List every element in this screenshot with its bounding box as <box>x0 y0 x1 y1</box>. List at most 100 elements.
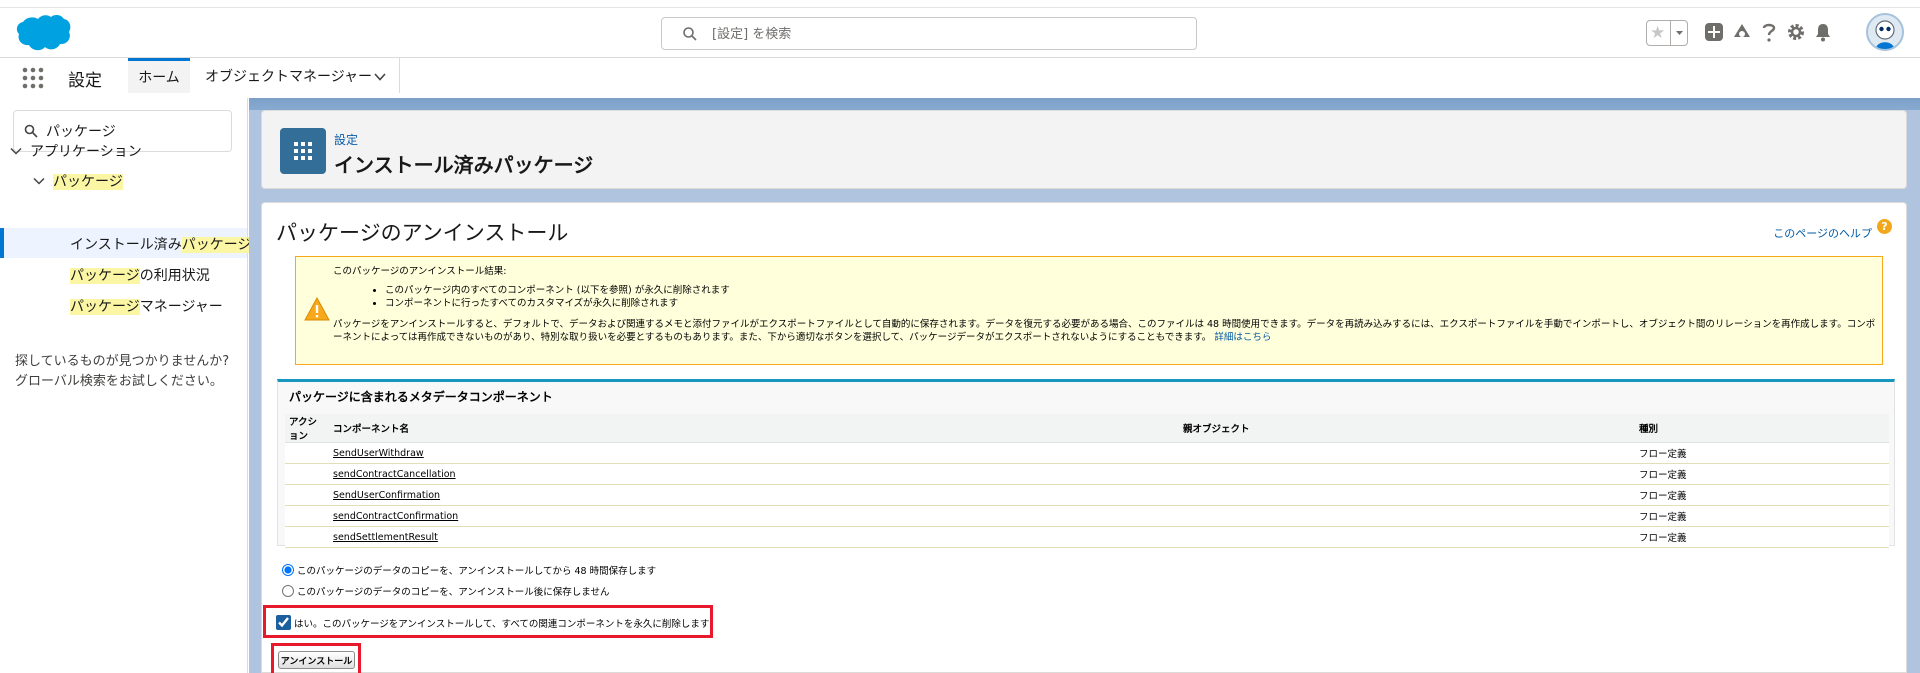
parent-cell <box>1179 484 1635 506</box>
favorites-button[interactable]: ★ <box>1646 20 1688 46</box>
global-search-input[interactable] <box>712 24 1182 44</box>
app-launcher-icon[interactable] <box>22 67 44 89</box>
metadata-components-section: パッケージに含まれるメタデータコンポーネント アクション コンポーネント名 親オ… <box>277 379 1895 548</box>
type-cell: フロー定義 <box>1635 526 1889 548</box>
page-header: 設定 インストール済みパッケージ <box>261 110 1907 189</box>
tree-installed-highlight: パッケージ <box>181 237 252 253</box>
name-cell: SendUserWithdraw <box>329 442 1179 464</box>
trailhead-icon[interactable] <box>1732 22 1752 42</box>
tree-applications[interactable]: アプリケーション <box>10 141 142 161</box>
metadata-section-title: パッケージに含まれるメタデータコンポーネント <box>289 390 553 404</box>
component-link[interactable]: sendSettlementResult <box>333 532 438 543</box>
notification-bell-icon[interactable] <box>1814 22 1832 42</box>
detail-link[interactable]: 詳細はこちら <box>1214 332 1271 343</box>
help-question-icon[interactable]: ? <box>1877 219 1892 234</box>
setup-sidebar: アプリケーション パッケージ インストール済みパッケージ パッケージの利用状況 … <box>0 98 252 673</box>
option-save-label: このパッケージのデータのコピーを、アンインストールしてから 48 時間保存します <box>297 566 657 577</box>
quick-find-input[interactable] <box>46 121 226 141</box>
parent-cell <box>1179 505 1635 527</box>
table-row: SendUserConfirmation フロー定義 <box>285 484 1889 506</box>
global-actions-icon[interactable] <box>1704 22 1724 42</box>
app-name: 設定 <box>68 71 102 91</box>
parent-cell <box>1179 463 1635 485</box>
tree-applications-label: アプリケーション <box>30 144 142 160</box>
tree-packages-label: パッケージ <box>53 174 123 190</box>
not-found-hint: 探しているものが見つかりませんか? グローバル検索をお試しください。 <box>15 352 229 392</box>
user-avatar[interactable] <box>1866 13 1904 51</box>
chevron-down-icon[interactable] <box>10 145 22 157</box>
warning-heading: このパッケージのアンインストール結果: <box>333 266 507 277</box>
warning-body: パッケージをアンインストールすると、デフォルトで、データおよび関連するメモと添付… <box>333 319 1876 343</box>
gear-icon[interactable] <box>1786 22 1806 42</box>
type-cell: フロー定義 <box>1635 484 1889 506</box>
metadata-table: アクション コンポーネント名 親オブジェクト 種別 SendUserWithdr… <box>285 414 1889 548</box>
confirm-uninstall-option[interactable]: はい。このパッケージをアンインストールして、すべての関連コンポーネントを永久に削… <box>276 615 709 630</box>
tree-usage-suffix: の利用状況 <box>139 268 210 284</box>
tab-home[interactable]: ホーム <box>128 58 190 96</box>
page-title: インストール済みパッケージ <box>334 153 594 177</box>
tree-package-usage[interactable]: パッケージの利用状況 <box>70 265 210 285</box>
table-row: sendContractConfirmation フロー定義 <box>285 505 1889 527</box>
parent-cell <box>1179 442 1635 464</box>
top-strip <box>0 0 1920 8</box>
save-data-radio[interactable] <box>282 564 294 576</box>
tree-packages[interactable]: パッケージ <box>33 171 123 191</box>
warning-bullet: コンポーネントに行ったすべてのカスタマイズが永久に削除されます <box>385 297 1878 310</box>
component-link[interactable]: SendUserConfirmation <box>333 490 440 501</box>
not-found-line2: グローバル検索をお試しください。 <box>15 374 223 389</box>
action-cell <box>285 442 329 464</box>
chevron-down-icon[interactable] <box>373 70 387 84</box>
action-cell <box>285 463 329 485</box>
breadcrumb[interactable]: 設定 <box>334 131 358 148</box>
table-row: SendUserWithdraw フロー定義 <box>285 442 1889 464</box>
uninstall-button[interactable]: アンインストール <box>278 651 355 669</box>
search-icon <box>683 27 697 41</box>
tab-object-manager[interactable]: オブジェクトマネージャー <box>195 58 400 96</box>
type-cell: フロー定義 <box>1635 505 1889 527</box>
star-icon: ★ <box>1650 23 1666 43</box>
warning-bullet: このパッケージ内のすべてのコンポーネント (以下を参照) が永久に削除されます <box>385 284 1878 297</box>
no-save-radio[interactable] <box>282 585 294 597</box>
content-card: パッケージのアンインストール このページのヘルプ ? このパッケージのアンインス… <box>261 202 1907 673</box>
tree-package-manager[interactable]: パッケージマネージャー <box>70 296 223 316</box>
tab-object-manager-label: オブジェクトマネージャー <box>205 69 373 85</box>
tree-installed-packages[interactable]: インストール済みパッケージ <box>70 234 252 254</box>
component-link[interactable]: sendContractCancellation <box>333 469 456 480</box>
action-cell <box>285 484 329 506</box>
global-search[interactable] <box>661 17 1197 50</box>
table-header-row: アクション コンポーネント名 親オブジェクト 種別 <box>285 414 1889 443</box>
tree-manager-suffix: マネージャー <box>139 299 223 315</box>
help-icon[interactable] <box>1760 21 1778 43</box>
uninstall-title: パッケージのアンインストール <box>276 221 569 245</box>
type-cell: フロー定義 <box>1635 463 1889 485</box>
option-no-save-data[interactable]: このパッケージのデータのコピーを、アンインストール後に保存しません <box>282 584 609 598</box>
warning-box: このパッケージのアンインストール結果: このパッケージ内のすべてのコンポーネント… <box>295 256 1883 365</box>
table-row: sendContractCancellation フロー定義 <box>285 463 1889 485</box>
setup-grid-icon <box>280 128 326 174</box>
confirm-checkbox[interactable] <box>276 615 291 630</box>
action-cell <box>285 526 329 548</box>
component-link[interactable]: sendContractConfirmation <box>333 511 458 522</box>
page-help-link[interactable]: このページのヘルプ <box>1773 225 1872 241</box>
column-header: 親オブジェクト <box>1179 414 1635 443</box>
name-cell: sendSettlementResult <box>329 526 1179 548</box>
component-link[interactable]: SendUserWithdraw <box>333 448 424 459</box>
option-save-data[interactable]: このパッケージのデータのコピーを、アンインストールしてから 48 時間保存します <box>282 563 656 577</box>
search-icon <box>24 124 38 138</box>
warning-bullets: このパッケージ内のすべてのコンポーネント (以下を参照) が永久に削除されます … <box>385 284 1878 310</box>
not-found-line1: 探しているものが見つかりませんか? <box>15 354 230 369</box>
name-cell: SendUserConfirmation <box>329 484 1179 506</box>
favorites-dropdown-icon[interactable] <box>1670 21 1687 45</box>
app-nav-bar: 設定 ホーム オブジェクトマネージャー <box>0 58 1920 96</box>
option-no-save-label: このパッケージのデータのコピーを、アンインストール後に保存しません <box>297 587 610 598</box>
tree-installed-prefix: インストール済み <box>70 237 182 253</box>
tree-manager-highlight: パッケージ <box>70 299 140 315</box>
name-cell: sendContractConfirmation <box>329 505 1179 527</box>
warning-icon <box>304 297 330 321</box>
name-cell: sendContractCancellation <box>329 463 1179 485</box>
global-header: ★ <box>0 8 1920 58</box>
chevron-down-icon[interactable] <box>33 175 45 187</box>
column-header: コンポーネント名 <box>329 414 1179 443</box>
salesforce-logo[interactable] <box>14 13 72 53</box>
confirm-label: はい。このパッケージをアンインストールして、すべての関連コンポーネントを永久に削… <box>294 618 710 630</box>
